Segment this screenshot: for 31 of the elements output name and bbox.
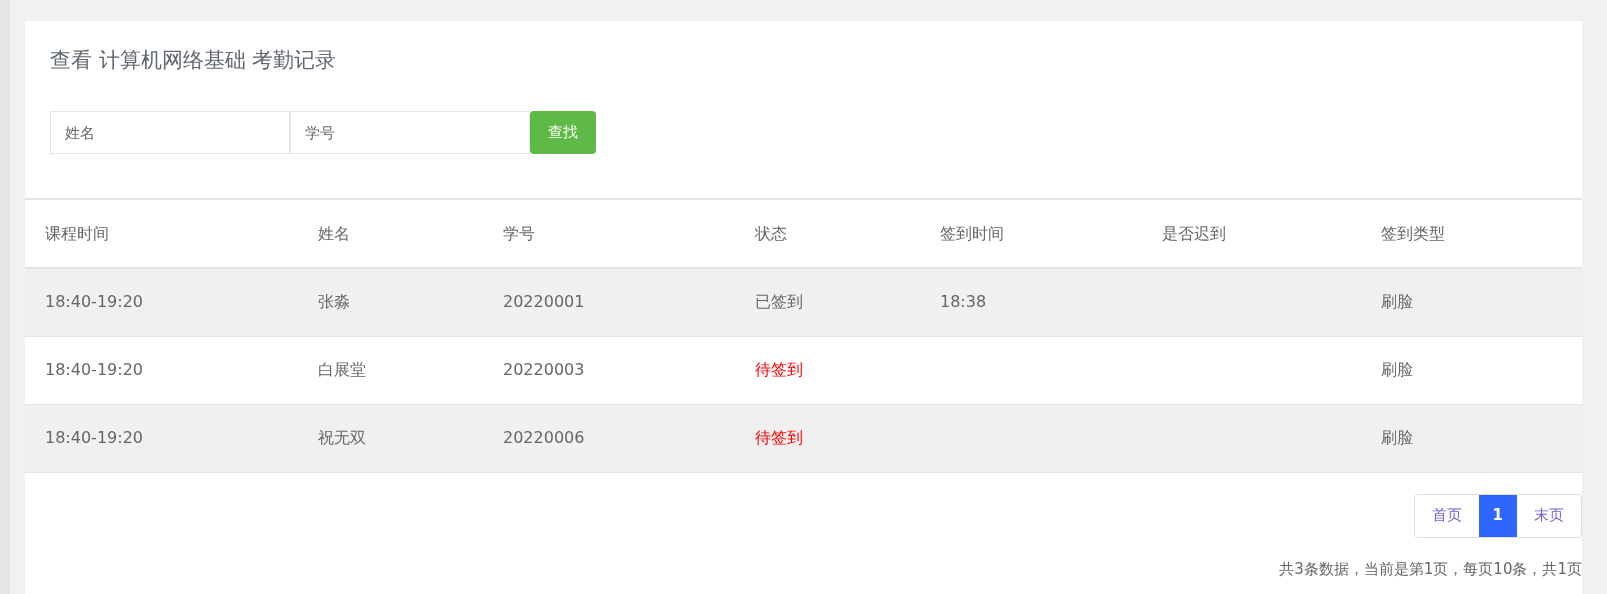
table-cell: 祝无双 (318, 428, 366, 447)
table-cell: 20220001 (503, 292, 585, 312)
pagination-summary: 共3条数据，当前是第1页，每页10条，共1页 (1279, 558, 1582, 580)
table-cell: 18:40-19:20 (45, 428, 143, 447)
table-cell: 18:40-19:20 (45, 360, 143, 379)
table-cell: 刷脸 (1381, 360, 1413, 379)
table-cell: 刷脸 (1381, 428, 1413, 447)
page-title: 查看 计算机网络基础 考勤记录 (50, 47, 338, 74)
column-header: 课程时间 (45, 223, 109, 243)
search-field[interactable]: 姓名 (50, 111, 290, 154)
column-header: 是否迟到 (1162, 223, 1226, 243)
page-link[interactable]: 末页 (1517, 494, 1581, 537)
table-cell: 刷脸 (1381, 292, 1413, 312)
page-link[interactable]: 1 (1478, 494, 1517, 537)
search-field[interactable]: 学号 (290, 111, 530, 154)
status-text: 已签到 (755, 292, 803, 312)
page-link[interactable]: 首页 (1414, 494, 1479, 537)
column-header: 状态 (755, 223, 787, 243)
table-cell: 20220003 (503, 360, 585, 379)
table-cell: 白展堂 (318, 360, 366, 379)
table-cell: 18:38 (940, 292, 987, 312)
table-cell: 张淼 (318, 292, 350, 312)
column-header: 姓名 (318, 223, 350, 243)
column-header: 签到时间 (940, 223, 1004, 243)
search-button[interactable]: 查找 (530, 111, 596, 154)
status-text: 待签到 (755, 428, 803, 447)
column-header: 学号 (503, 223, 535, 243)
column-header: 签到类型 (1381, 223, 1445, 243)
table-cell: 20220006 (503, 428, 585, 447)
status-text: 待签到 (755, 360, 803, 379)
table-cell: 18:40-19:20 (45, 292, 143, 312)
